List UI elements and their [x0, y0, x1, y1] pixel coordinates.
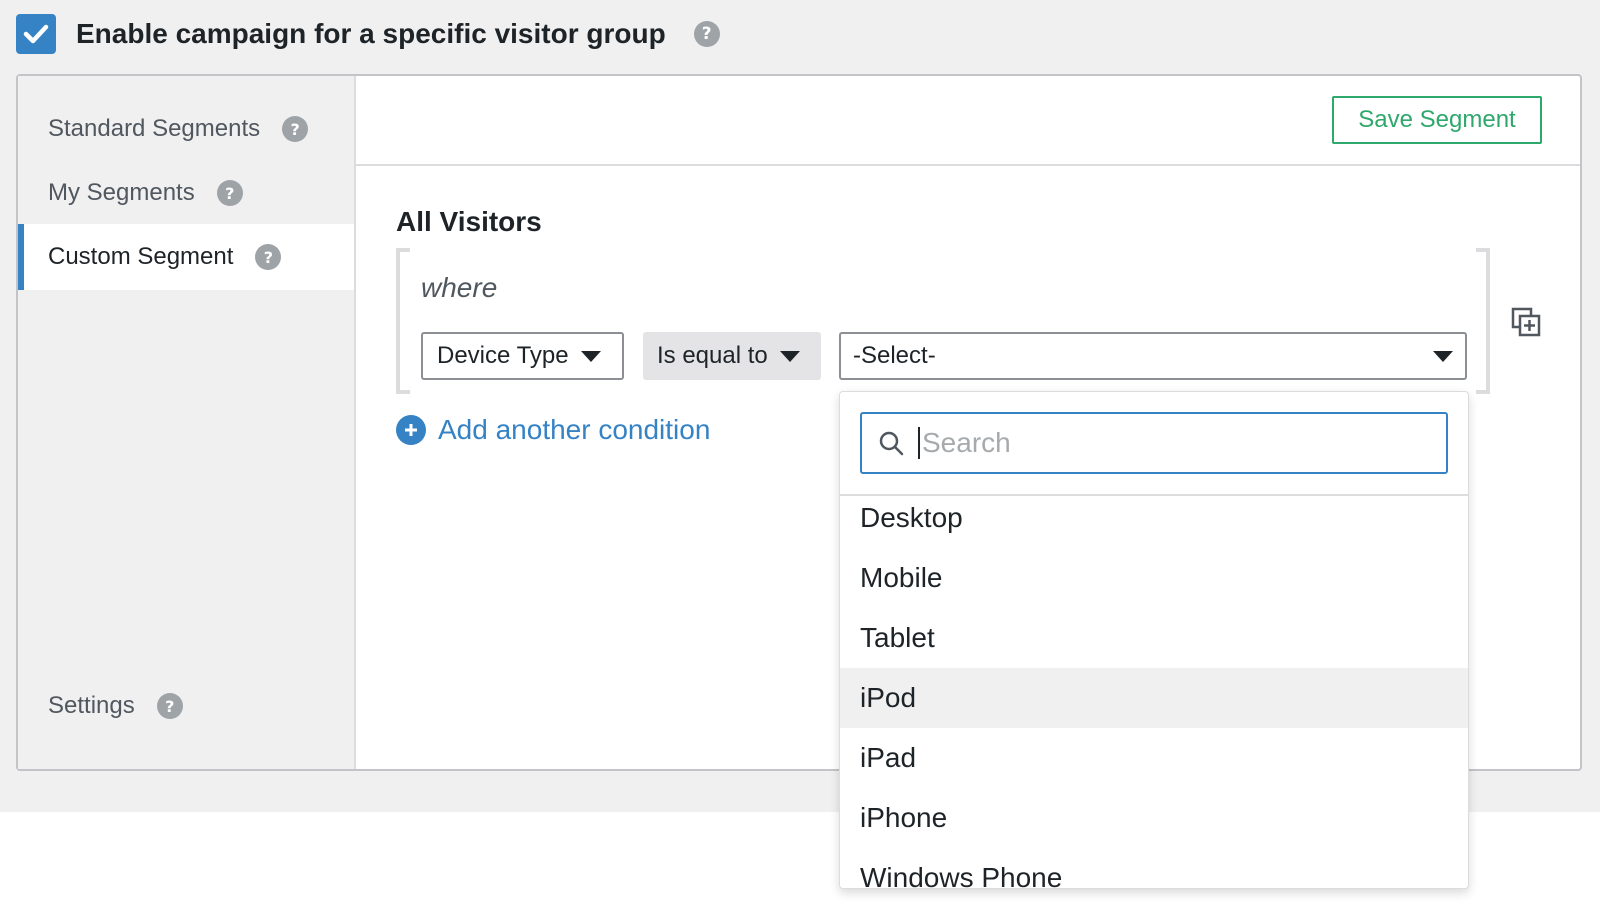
sidebar-item-my-segments[interactable]: My Segments ? — [18, 160, 354, 226]
dropdown-search-input[interactable] — [918, 427, 1398, 459]
enable-campaign-label: Enable campaign for a specific visitor g… — [76, 18, 666, 49]
duplicate-plus-icon[interactable] — [1511, 307, 1541, 337]
where-label: where — [421, 272, 498, 303]
save-segment-button[interactable]: Save Segment — [1332, 96, 1542, 144]
enable-campaign-checkbox[interactable] — [16, 14, 56, 54]
dropdown-option[interactable]: Desktop — [840, 488, 1468, 548]
dropdown-search-wrap — [840, 392, 1468, 496]
dropdown-option[interactable]: iPhone — [840, 788, 1468, 848]
condition-value-text: -Select- — [853, 342, 936, 369]
group-bracket-left — [396, 248, 410, 394]
help-icon[interactable]: ? — [156, 693, 183, 719]
condition-value-select[interactable]: -Select- — [839, 332, 1467, 380]
sidebar-item-label: Settings — [48, 692, 135, 719]
dropdown-option[interactable]: Tablet — [840, 608, 1468, 668]
sidebar-item-settings[interactable]: Settings ? — [18, 673, 354, 739]
dropdown-options: Desktop Mobile Tablet iPod iPad iPhone W… — [840, 488, 1468, 888]
search-icon — [879, 431, 904, 456]
help-icon[interactable]: ? — [282, 116, 309, 142]
sidebar-item-label: My Segments — [48, 179, 195, 206]
condition-operator-value: Is equal to — [657, 342, 768, 369]
caret-down-icon — [1433, 350, 1453, 362]
segment-sidebar: Standard Segments ? My Segments ? Custom… — [18, 76, 356, 769]
condition-field-select[interactable]: Device Type — [421, 332, 624, 380]
panel-header: Save Segment — [356, 76, 1580, 166]
enable-campaign-row: Enable campaign for a specific visitor g… — [16, 14, 720, 54]
sidebar-item-label: Standard Segments — [48, 115, 261, 142]
condition-field-value: Device Type — [437, 342, 569, 369]
caret-down-icon — [580, 350, 601, 362]
help-icon[interactable]: ? — [693, 21, 720, 47]
value-dropdown-menu: Desktop Mobile Tablet iPod iPad iPhone W… — [839, 391, 1469, 889]
add-condition-label: Add another condition — [438, 414, 711, 445]
dropdown-search-box[interactable] — [860, 412, 1448, 474]
dropdown-option[interactable]: iPod — [840, 668, 1468, 728]
segment-title: All Visitors — [396, 206, 542, 237]
dropdown-option[interactable]: Windows Phone — [840, 848, 1468, 888]
caret-down-icon — [779, 350, 800, 362]
sidebar-item-label: Custom Segment — [48, 243, 234, 270]
dropdown-option[interactable]: iPad — [840, 728, 1468, 788]
dropdown-option[interactable]: Mobile — [840, 548, 1468, 608]
sidebar-item-custom-segment[interactable]: Custom Segment ? — [18, 224, 354, 290]
add-condition-button[interactable]: Add another condition — [396, 414, 710, 446]
checkmark-icon — [23, 24, 49, 44]
condition-operator-select[interactable]: Is equal to — [643, 332, 821, 380]
help-icon[interactable]: ? — [255, 244, 282, 270]
sidebar-item-standard-segments[interactable]: Standard Segments ? — [18, 96, 354, 162]
help-icon[interactable]: ? — [216, 180, 243, 206]
group-bracket-right — [1476, 248, 1490, 394]
plus-circle-icon — [396, 415, 426, 445]
